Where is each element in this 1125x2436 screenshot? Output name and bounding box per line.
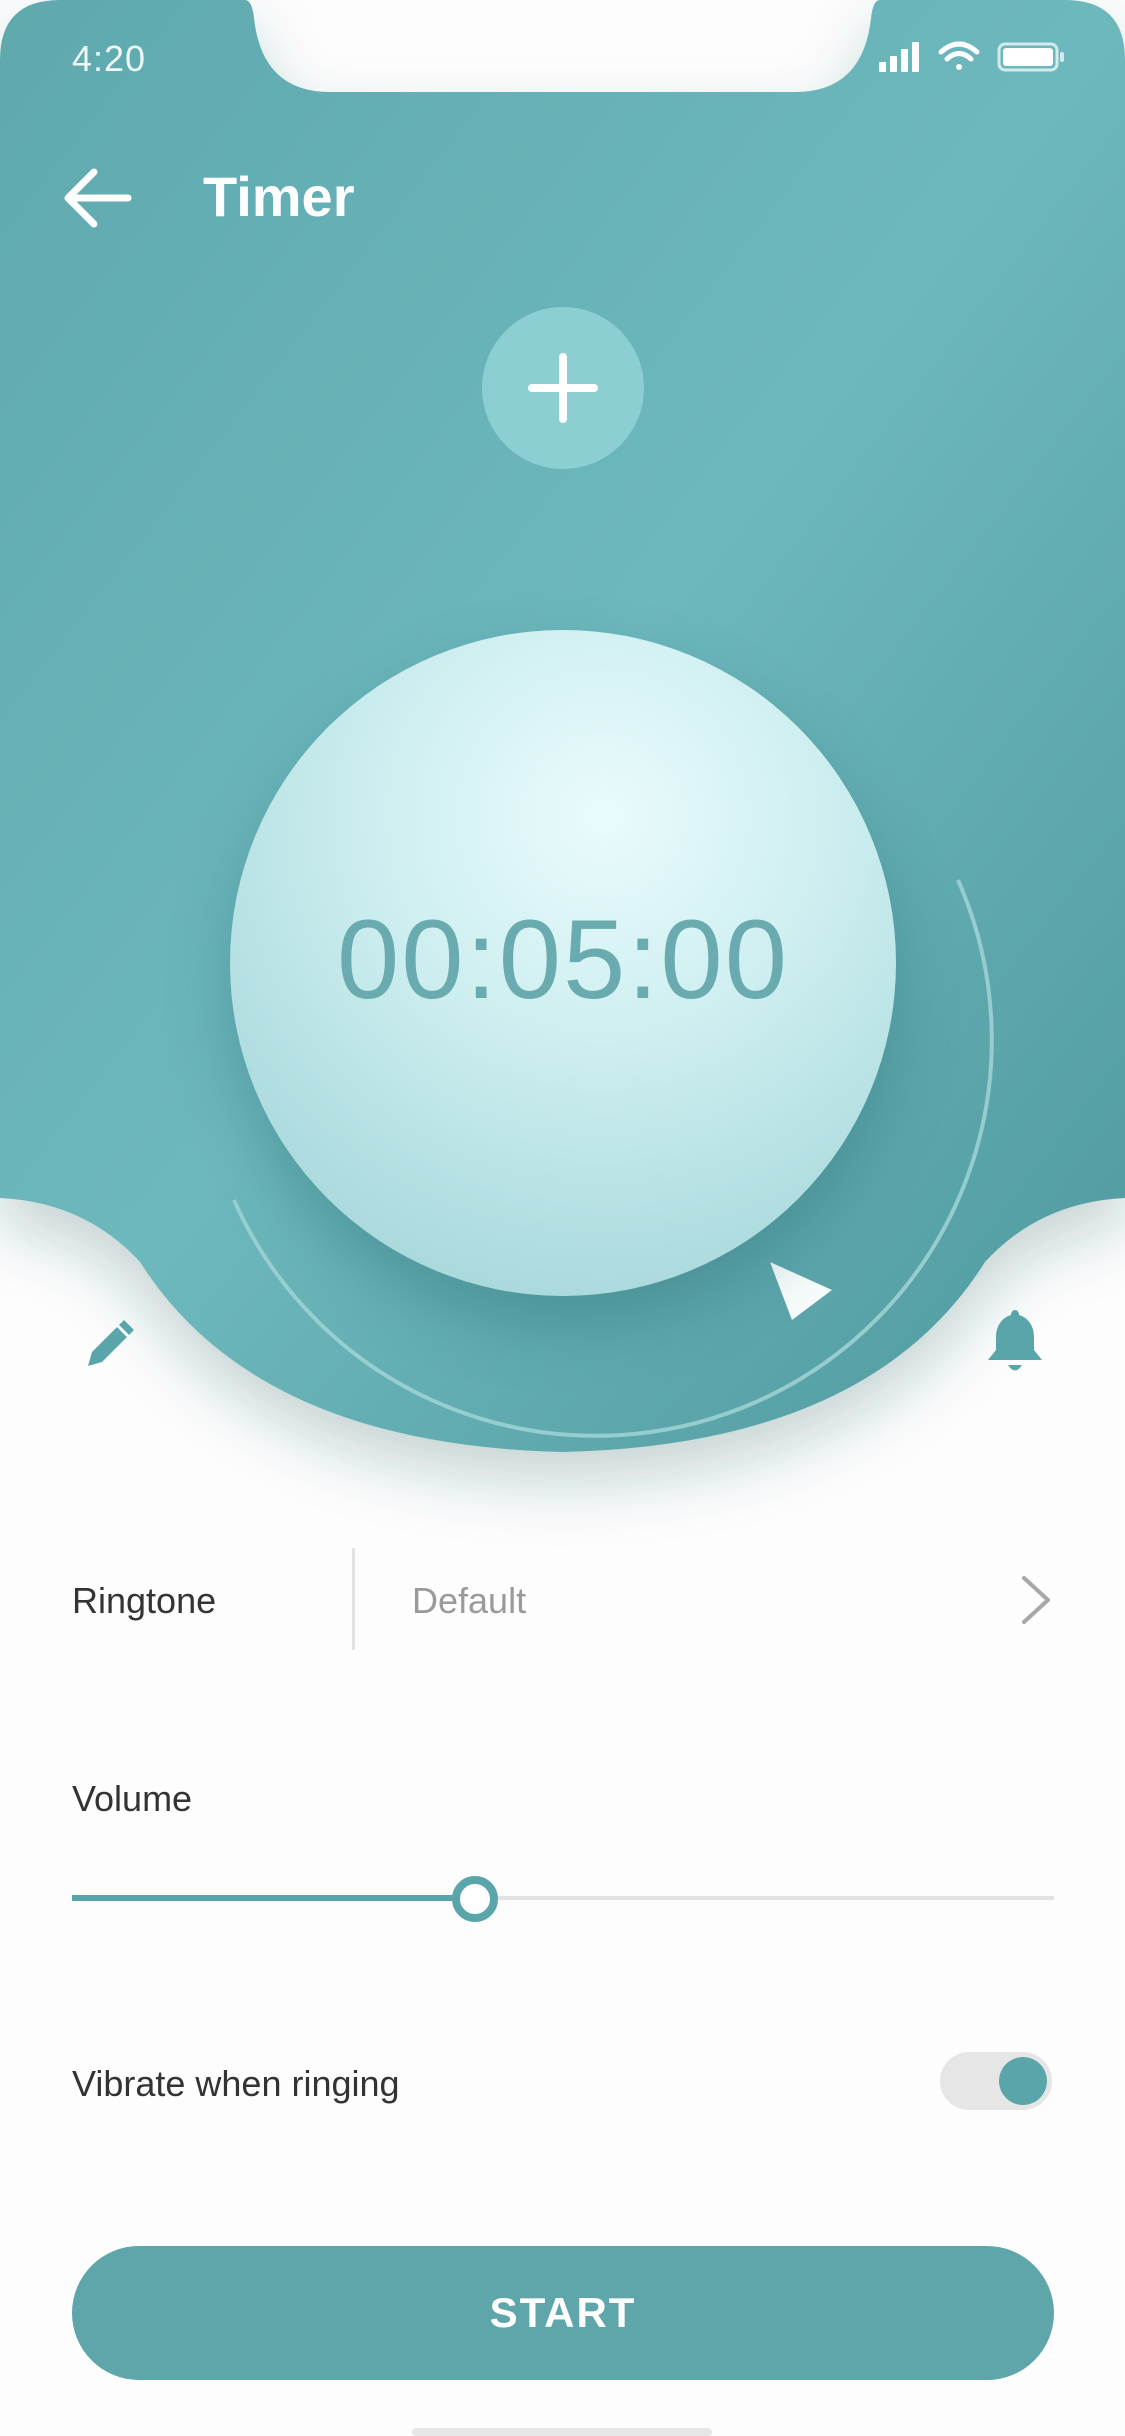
start-button[interactable]: START bbox=[72, 2246, 1054, 2380]
wifi-icon bbox=[938, 41, 980, 70]
page-title: Timer bbox=[203, 165, 355, 228]
bell-icon[interactable] bbox=[982, 1306, 1048, 1378]
timer-screen: 4:20 Timer 00:05:00 Ringtone Default Vol… bbox=[0, 0, 1125, 2436]
home-indicator[interactable] bbox=[412, 2428, 712, 2436]
toggle-knob[interactable] bbox=[999, 2057, 1047, 2105]
chevron-right-icon[interactable] bbox=[1016, 1572, 1056, 1628]
volume-label: Volume bbox=[72, 1778, 193, 1819]
arrow-left-icon[interactable] bbox=[58, 160, 138, 240]
ringtone-label: Ringtone bbox=[72, 1580, 217, 1621]
status-bar-icons bbox=[879, 41, 1064, 72]
vibrate-label: Vibrate when ringing bbox=[72, 2063, 400, 2104]
battery-icon bbox=[997, 42, 1064, 72]
volume-thumb[interactable] bbox=[451, 1876, 498, 1922]
add-timer-button[interactable] bbox=[482, 307, 644, 469]
signal-icon bbox=[879, 42, 919, 72]
ringtone-value[interactable]: Default bbox=[412, 1580, 526, 1622]
plus-icon bbox=[528, 353, 598, 423]
ringtone-divider bbox=[352, 1548, 355, 1650]
status-bar-time: 4:20 bbox=[72, 38, 147, 79]
pencil-icon[interactable] bbox=[78, 1310, 144, 1376]
timer-display: 00:05:00 bbox=[337, 897, 789, 1022]
volume-fill bbox=[72, 1895, 475, 1901]
